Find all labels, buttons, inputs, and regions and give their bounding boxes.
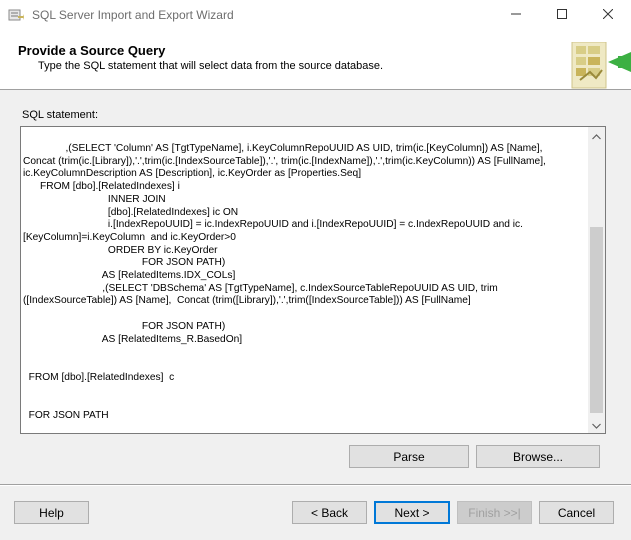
footer-divider-highlight: [0, 485, 631, 486]
cancel-button[interactable]: Cancel: [539, 501, 614, 524]
vertical-scrollbar[interactable]: [588, 127, 605, 433]
wizard-app-icon: [8, 7, 24, 23]
close-icon: [602, 8, 614, 22]
close-button[interactable]: [585, 0, 631, 30]
page-subtitle: Type the SQL statement that will select …: [38, 60, 384, 72]
wizard-header: Provide a Source Query Type the SQL stat…: [0, 30, 631, 90]
scroll-thumb[interactable]: [590, 227, 603, 413]
data-transfer-icon: [566, 41, 631, 92]
next-button[interactable]: Next >: [374, 501, 450, 524]
page-title: Provide a Source Query: [18, 43, 166, 58]
scroll-up-button[interactable]: [588, 127, 605, 144]
parse-button[interactable]: Parse: [349, 445, 469, 468]
chevron-up-icon: [592, 129, 601, 143]
finish-button: Finish >>|: [457, 501, 532, 524]
sql-statement-text[interactable]: ,(SELECT 'Column' AS [TgtTypeName], i.Ke…: [21, 127, 587, 433]
maximize-button[interactable]: [539, 0, 585, 30]
minimize-icon: [511, 8, 521, 22]
sql-statement-label: SQL statement:: [22, 109, 99, 121]
sql-statement-textarea[interactable]: ,(SELECT 'Column' AS [TgtTypeName], i.Ke…: [20, 126, 606, 434]
title-bar: SQL Server Import and Export Wizard: [0, 0, 631, 30]
browse-button[interactable]: Browse...: [476, 445, 600, 468]
help-button[interactable]: Help: [14, 501, 89, 524]
maximize-icon: [557, 8, 567, 22]
chevron-down-icon: [592, 418, 601, 432]
window-title: SQL Server Import and Export Wizard: [32, 8, 234, 22]
minimize-button[interactable]: [493, 0, 539, 30]
scroll-down-button[interactable]: [588, 416, 605, 433]
back-button[interactable]: < Back: [292, 501, 367, 524]
